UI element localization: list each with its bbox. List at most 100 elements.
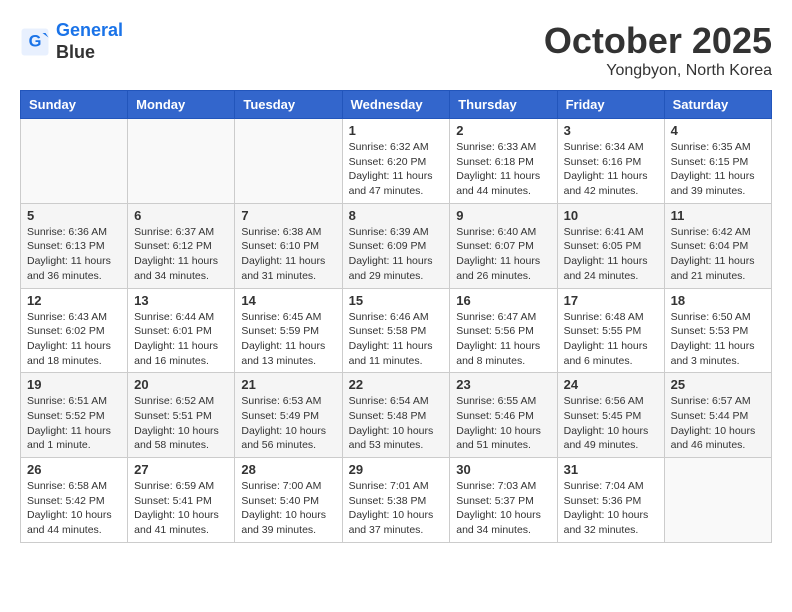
calendar-cell: 27 Sunrise: 6:59 AM Sunset: 5:41 PM Dayli… bbox=[128, 458, 235, 543]
day-header-friday: Friday bbox=[557, 91, 664, 119]
calendar-cell: 5 Sunrise: 6:36 AM Sunset: 6:13 PM Daylig… bbox=[21, 203, 128, 288]
week-row-4: 19 Sunrise: 6:51 AM Sunset: 5:52 PM Dayli… bbox=[21, 373, 772, 458]
day-info: Sunrise: 6:47 AM Sunset: 5:56 PM Dayligh… bbox=[456, 310, 550, 369]
calendar-cell: 29 Sunrise: 7:01 AM Sunset: 5:38 PM Dayli… bbox=[342, 458, 450, 543]
calendar-cell: 30Sunrise: 7:03 AM Sunset: 5:37 PM Dayli… bbox=[450, 458, 557, 543]
calendar-cell: 18Sunrise: 6:50 AM Sunset: 5:53 PM Dayli… bbox=[664, 288, 771, 373]
calendar-cell: 24 Sunrise: 6:56 AM Sunset: 5:45 PM Dayli… bbox=[557, 373, 664, 458]
day-number: 11 bbox=[671, 208, 765, 223]
day-info: Sunrise: 7:00 AM Sunset: 5:40 PM Dayligh… bbox=[241, 479, 335, 538]
day-info: Sunrise: 6:52 AM Sunset: 5:51 PM Dayligh… bbox=[134, 394, 228, 453]
logo: G General Blue bbox=[20, 20, 123, 63]
day-info: Sunrise: 6:58 AM Sunset: 5:42 PM Dayligh… bbox=[27, 479, 121, 538]
calendar-cell: 28 Sunrise: 7:00 AM Sunset: 5:40 PM Dayli… bbox=[235, 458, 342, 543]
day-number: 21 bbox=[241, 377, 335, 392]
day-number: 28 bbox=[241, 462, 335, 477]
day-info: Sunrise: 6:55 AM Sunset: 5:46 PM Dayligh… bbox=[456, 394, 550, 453]
logo-icon: G bbox=[20, 27, 50, 57]
day-number: 26 bbox=[27, 462, 121, 477]
calendar-cell: 16 Sunrise: 6:47 AM Sunset: 5:56 PM Dayli… bbox=[450, 288, 557, 373]
day-info: Sunrise: 6:33 AM Sunset: 6:18 PM Dayligh… bbox=[456, 140, 550, 199]
day-number: 9 bbox=[456, 208, 550, 223]
day-number: 24 bbox=[564, 377, 658, 392]
day-info: Sunrise: 6:42 AM Sunset: 6:04 PM Dayligh… bbox=[671, 225, 765, 284]
calendar-cell: 20 Sunrise: 6:52 AM Sunset: 5:51 PM Dayli… bbox=[128, 373, 235, 458]
calendar-cell bbox=[235, 119, 342, 204]
calendar-cell: 23 Sunrise: 6:55 AM Sunset: 5:46 PM Dayli… bbox=[450, 373, 557, 458]
svg-text:G: G bbox=[29, 32, 42, 50]
day-header-wednesday: Wednesday bbox=[342, 91, 450, 119]
day-info: Sunrise: 6:34 AM Sunset: 6:16 PM Dayligh… bbox=[564, 140, 658, 199]
day-number: 10 bbox=[564, 208, 658, 223]
day-info: Sunrise: 6:41 AM Sunset: 6:05 PM Dayligh… bbox=[564, 225, 658, 284]
day-number: 12 bbox=[27, 293, 121, 308]
calendar-cell: 25 Sunrise: 6:57 AM Sunset: 5:44 PM Dayli… bbox=[664, 373, 771, 458]
day-header-tuesday: Tuesday bbox=[235, 91, 342, 119]
calendar-cell: 3 Sunrise: 6:34 AM Sunset: 6:16 PM Daylig… bbox=[557, 119, 664, 204]
calendar-header-row: SundayMondayTuesdayWednesdayThursdayFrid… bbox=[21, 91, 772, 119]
day-header-thursday: Thursday bbox=[450, 91, 557, 119]
logo-line2: Blue bbox=[56, 42, 123, 64]
day-info: Sunrise: 6:32 AM Sunset: 6:20 PM Dayligh… bbox=[349, 140, 444, 199]
day-info: Sunrise: 6:54 AM Sunset: 5:48 PM Dayligh… bbox=[349, 394, 444, 453]
calendar-cell: 1Sunrise: 6:32 AM Sunset: 6:20 PM Daylig… bbox=[342, 119, 450, 204]
day-number: 3 bbox=[564, 123, 658, 138]
day-header-saturday: Saturday bbox=[664, 91, 771, 119]
calendar-cell: 9 Sunrise: 6:40 AM Sunset: 6:07 PM Daylig… bbox=[450, 203, 557, 288]
calendar-cell: 26 Sunrise: 6:58 AM Sunset: 5:42 PM Dayli… bbox=[21, 458, 128, 543]
day-info: Sunrise: 6:40 AM Sunset: 6:07 PM Dayligh… bbox=[456, 225, 550, 284]
day-info: Sunrise: 6:45 AM Sunset: 5:59 PM Dayligh… bbox=[241, 310, 335, 369]
day-number: 2 bbox=[456, 123, 550, 138]
day-info: Sunrise: 6:46 AM Sunset: 5:58 PM Dayligh… bbox=[349, 310, 444, 369]
day-header-sunday: Sunday bbox=[21, 91, 128, 119]
day-number: 6 bbox=[134, 208, 228, 223]
calendar-cell: 11 Sunrise: 6:42 AM Sunset: 6:04 PM Dayli… bbox=[664, 203, 771, 288]
day-number: 27 bbox=[134, 462, 228, 477]
calendar-cell bbox=[664, 458, 771, 543]
day-number: 5 bbox=[27, 208, 121, 223]
day-info: Sunrise: 6:44 AM Sunset: 6:01 PM Dayligh… bbox=[134, 310, 228, 369]
day-number: 25 bbox=[671, 377, 765, 392]
logo-text: General Blue bbox=[56, 20, 123, 63]
calendar-cell: 8 Sunrise: 6:39 AM Sunset: 6:09 PM Daylig… bbox=[342, 203, 450, 288]
day-info: Sunrise: 6:48 AM Sunset: 5:55 PM Dayligh… bbox=[564, 310, 658, 369]
day-header-monday: Monday bbox=[128, 91, 235, 119]
calendar-cell bbox=[128, 119, 235, 204]
day-info: Sunrise: 6:35 AM Sunset: 6:15 PM Dayligh… bbox=[671, 140, 765, 199]
day-number: 23 bbox=[456, 377, 550, 392]
day-info: Sunrise: 6:53 AM Sunset: 5:49 PM Dayligh… bbox=[241, 394, 335, 453]
calendar-cell: 6Sunrise: 6:37 AM Sunset: 6:12 PM Daylig… bbox=[128, 203, 235, 288]
day-number: 20 bbox=[134, 377, 228, 392]
logo-line1: General bbox=[56, 20, 123, 40]
day-number: 19 bbox=[27, 377, 121, 392]
day-number: 16 bbox=[456, 293, 550, 308]
calendar-cell: 22Sunrise: 6:54 AM Sunset: 5:48 PM Dayli… bbox=[342, 373, 450, 458]
calendar-table: SundayMondayTuesdayWednesdayThursdayFrid… bbox=[20, 90, 772, 543]
week-row-2: 5 Sunrise: 6:36 AM Sunset: 6:13 PM Daylig… bbox=[21, 203, 772, 288]
day-info: Sunrise: 6:51 AM Sunset: 5:52 PM Dayligh… bbox=[27, 394, 121, 453]
day-info: Sunrise: 6:56 AM Sunset: 5:45 PM Dayligh… bbox=[564, 394, 658, 453]
day-number: 7 bbox=[241, 208, 335, 223]
calendar-cell: 10 Sunrise: 6:41 AM Sunset: 6:05 PM Dayli… bbox=[557, 203, 664, 288]
location: Yongbyon, North Korea bbox=[544, 62, 772, 80]
calendar-cell: 4Sunrise: 6:35 AM Sunset: 6:15 PM Daylig… bbox=[664, 119, 771, 204]
day-number: 13 bbox=[134, 293, 228, 308]
calendar-cell bbox=[21, 119, 128, 204]
day-info: Sunrise: 6:59 AM Sunset: 5:41 PM Dayligh… bbox=[134, 479, 228, 538]
day-info: Sunrise: 7:03 AM Sunset: 5:37 PM Dayligh… bbox=[456, 479, 550, 538]
title-block: October 2025 Yongbyon, North Korea bbox=[544, 20, 772, 80]
day-number: 17 bbox=[564, 293, 658, 308]
calendar-cell: 2 Sunrise: 6:33 AM Sunset: 6:18 PM Daylig… bbox=[450, 119, 557, 204]
day-number: 14 bbox=[241, 293, 335, 308]
calendar-cell: 17 Sunrise: 6:48 AM Sunset: 5:55 PM Dayli… bbox=[557, 288, 664, 373]
day-info: Sunrise: 6:36 AM Sunset: 6:13 PM Dayligh… bbox=[27, 225, 121, 284]
day-info: Sunrise: 7:01 AM Sunset: 5:38 PM Dayligh… bbox=[349, 479, 444, 538]
day-info: Sunrise: 6:39 AM Sunset: 6:09 PM Dayligh… bbox=[349, 225, 444, 284]
calendar-cell: 21 Sunrise: 6:53 AM Sunset: 5:49 PM Dayli… bbox=[235, 373, 342, 458]
day-info: Sunrise: 6:57 AM Sunset: 5:44 PM Dayligh… bbox=[671, 394, 765, 453]
day-number: 29 bbox=[349, 462, 444, 477]
day-number: 8 bbox=[349, 208, 444, 223]
page-header: G General Blue October 2025 Yongbyon, No… bbox=[20, 20, 772, 80]
calendar-cell: 15Sunrise: 6:46 AM Sunset: 5:58 PM Dayli… bbox=[342, 288, 450, 373]
day-number: 18 bbox=[671, 293, 765, 308]
